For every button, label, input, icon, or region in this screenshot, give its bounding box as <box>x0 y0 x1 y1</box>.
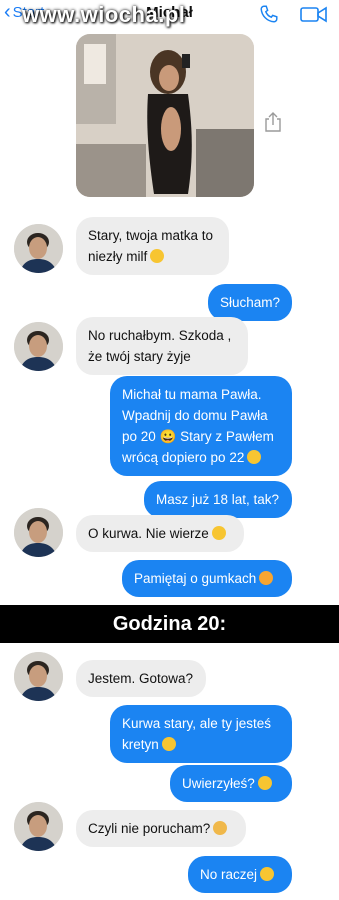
message-outgoing[interactable]: Słucham? <box>208 284 292 321</box>
photo-message[interactable] <box>76 34 254 197</box>
message-incoming[interactable]: O kurwa. Nie wierze <box>76 515 244 552</box>
phone-icon[interactable] <box>258 3 280 25</box>
message-outgoing[interactable]: Pamiętaj o gumkach <box>122 560 292 597</box>
smile-emoji-icon <box>211 526 226 540</box>
message-text: Kurwa stary, ale ty jesteś kretyn <box>122 716 272 752</box>
message-text: No raczej <box>200 867 258 882</box>
message-incoming[interactable]: Jestem. Gotowa? <box>76 660 206 697</box>
smile-emoji-icon <box>260 867 275 881</box>
wink-emoji-icon <box>247 450 262 464</box>
message-incoming[interactable]: Czyli nie porucham? <box>76 810 246 847</box>
message-incoming[interactable]: No ruchałbym. Szkoda , że twój stary żyj… <box>76 317 248 375</box>
avatar-image <box>14 802 63 851</box>
message-text: O kurwa. Nie wierze <box>88 526 209 541</box>
message-text: Słucham? <box>220 295 281 310</box>
message-text: Czyli nie porucham? <box>88 821 211 836</box>
message-outgoing[interactable]: Masz już 18 lat, tak? <box>144 481 292 518</box>
message-text: Uwierzyłeś? <box>182 776 255 791</box>
chat-header: ‹ Start Michał www.wiocha.pl <box>0 0 339 30</box>
photo-image <box>76 34 254 197</box>
avatar[interactable] <box>14 224 63 273</box>
avatar[interactable] <box>14 652 63 701</box>
message-text: Jestem. Gotowa? <box>88 671 194 686</box>
avatar[interactable] <box>14 508 63 557</box>
avatar[interactable] <box>14 802 63 851</box>
share-icon[interactable] <box>264 111 282 133</box>
message-outgoing[interactable]: Uwierzyłeś? <box>170 765 292 802</box>
avatar[interactable] <box>14 322 63 371</box>
sad-emoji-icon <box>213 821 228 835</box>
video-camera-icon[interactable] <box>299 3 329 25</box>
avatar-image <box>14 224 63 273</box>
avatar-image <box>14 508 63 557</box>
message-outgoing[interactable]: Michał tu mama Pawła. Wpadnij do domu Pa… <box>110 376 292 476</box>
smile-emoji-icon <box>257 776 272 790</box>
message-outgoing[interactable]: No raczej <box>188 856 292 893</box>
message-text: Pamiętaj o gumkach <box>134 571 257 586</box>
smile-emoji-icon <box>161 737 176 751</box>
message-incoming[interactable]: Stary, twoja matka to niezły milf <box>76 217 229 275</box>
message-outgoing[interactable]: Kurwa stary, ale ty jesteś kretyn <box>110 705 292 763</box>
message-text: Masz już 18 lat, tak? <box>156 492 280 507</box>
kiss-emoji-icon <box>259 571 274 585</box>
watermark: www.wiocha.pl <box>22 2 186 27</box>
avatar-image <box>14 652 63 701</box>
time-divider: Godzina 20: <box>0 605 339 643</box>
avatar-image <box>14 322 63 371</box>
smile-emoji-icon <box>150 249 165 263</box>
message-text: No ruchałbym. Szkoda , że twój stary żyj… <box>88 328 232 364</box>
